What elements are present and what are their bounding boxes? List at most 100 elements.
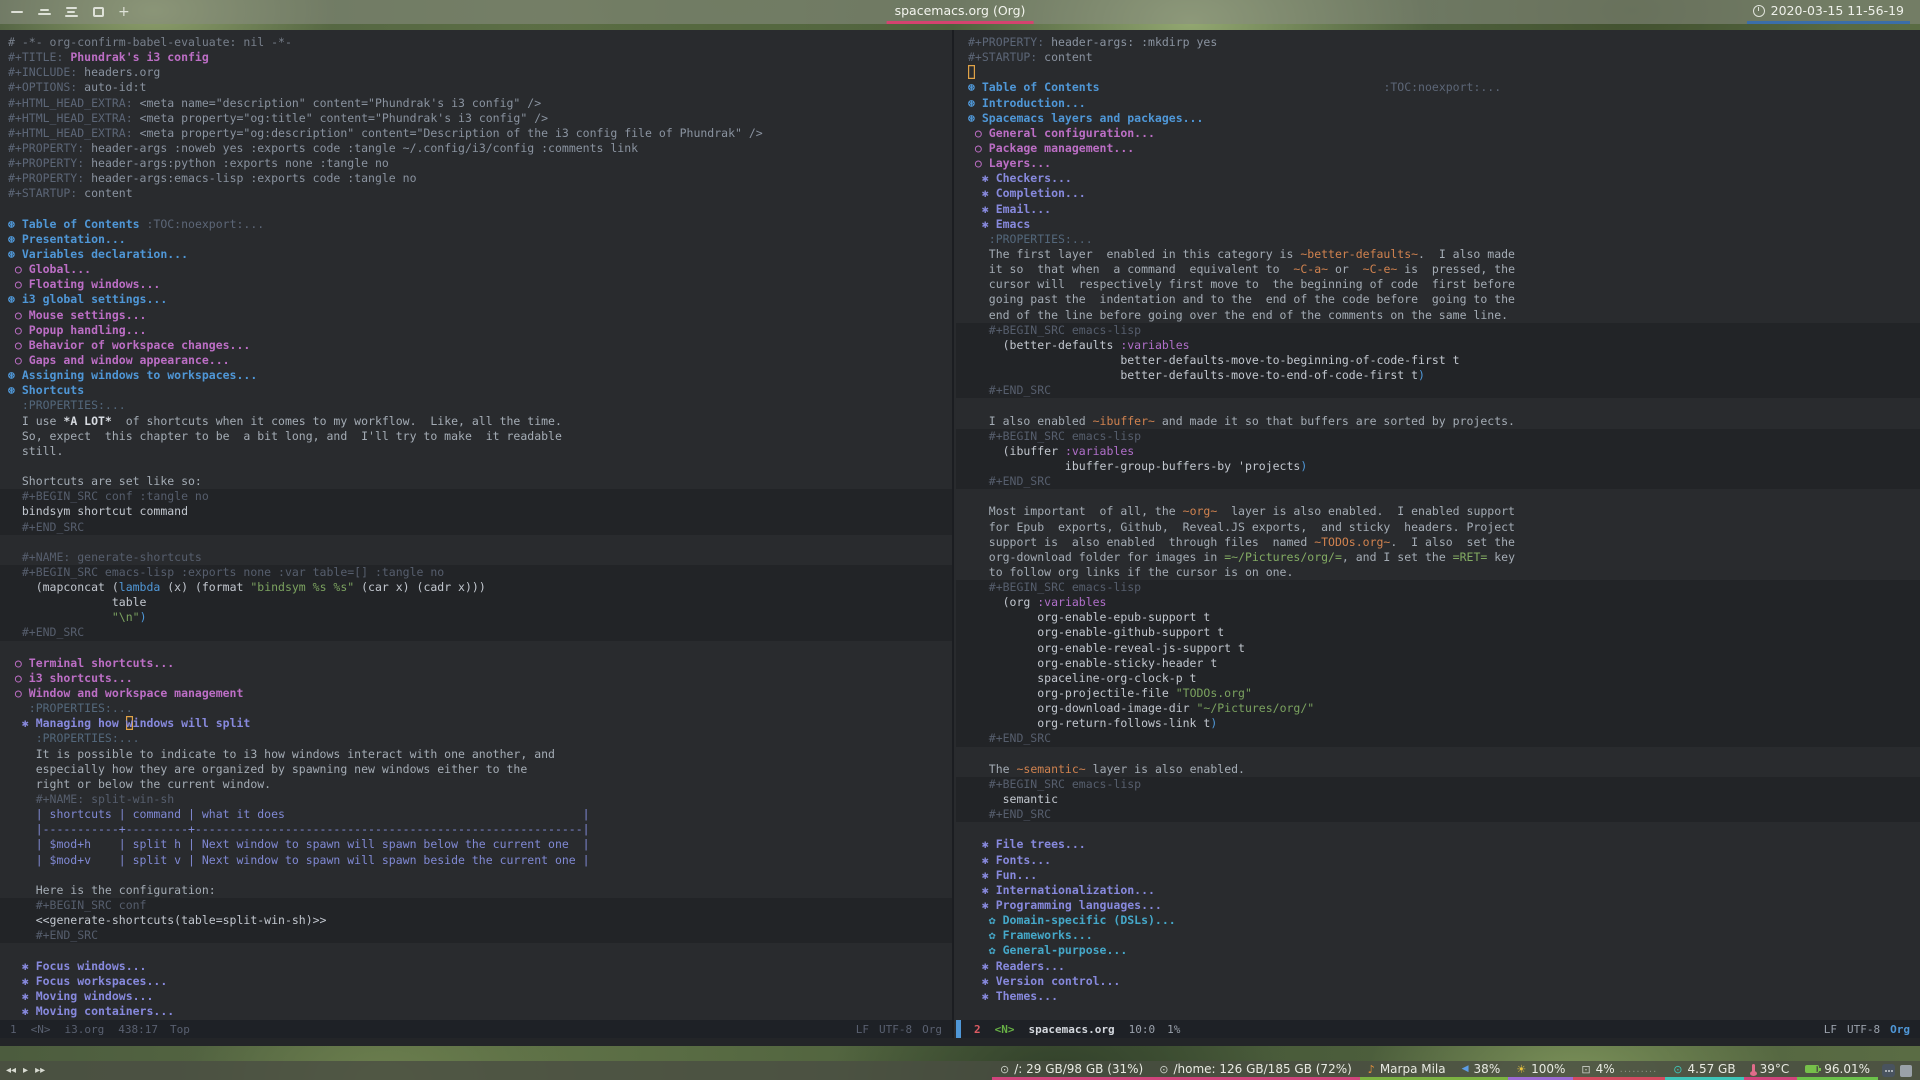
text-segment: ○ Window and workspace management [8, 686, 244, 701]
buffer-line: #+PROPERTY: header-args:emacs-lisp :expo… [8, 171, 952, 186]
eol-type: LF [1823, 1022, 1837, 1036]
text-segment: #+STARTUP: [8, 186, 85, 201]
workspace-3-icon[interactable] [64, 0, 78, 24]
text-segment: <<generate-shortcuts(table=split-win-sh)… [8, 913, 327, 928]
text-segment: ⊛ Introduction... [968, 95, 1086, 110]
buffer-line: it so that when a command equivalent to … [968, 262, 1920, 277]
text-segment: ~C-e~ [1362, 262, 1398, 277]
buffer-name[interactable]: spacemacs.org [1029, 1023, 1115, 1036]
encoding: UTF-8 [1847, 1022, 1881, 1036]
cursor-position: 10:0 [1128, 1022, 1156, 1036]
buffer-content-spacemacs-org[interactable]: #+PROPERTY: header-args: :mkdirp yes #+ST… [956, 30, 1920, 1020]
text-segment: headers.org [84, 65, 161, 80]
major-mode[interactable]: Org [1890, 1023, 1910, 1036]
text-segment: ⊛ Table of Contents [968, 80, 1100, 95]
text-segment: ✿ Domain-specific (DSLs)... [968, 913, 1176, 928]
buffer-line: The first layer enabled in this category… [968, 247, 1920, 262]
module-cpu[interactable]: ⊡ 4% ......... [1573, 1061, 1666, 1080]
text-segment: :PROPERTIES:... [8, 731, 140, 746]
text-segment: layer is also enabled. [1085, 761, 1245, 776]
evil-state: <N> [994, 1022, 1015, 1036]
module-temperature[interactable]: 39°C [1743, 1061, 1798, 1080]
text-segment: I use [8, 413, 64, 428]
text-segment: ) [1418, 368, 1425, 383]
text-segment: org-return-follows-link t [968, 716, 1211, 731]
buffer-line: (better-defaults :variables [956, 337, 1920, 353]
buffer-line: org-download-image-dir "~/Pictures/org/" [956, 701, 1920, 717]
buffer-line: |-----------+---------+-----------------… [8, 822, 952, 837]
buffer-line: ○ Popup handling... [8, 323, 952, 338]
text-segment: #+NAME: generate-shortcuts [8, 549, 202, 564]
tray-chat-icon[interactable] [1882, 1064, 1895, 1077]
media-player-controls: ◂◂ ▸ ▸▸ [0, 1065, 45, 1076]
text-segment: ○ Floating windows... [8, 277, 161, 292]
buffer-line: # -*- org-confirm-babel-evaluate: nil -*… [8, 35, 952, 50]
new-workspace-button[interactable]: + [118, 0, 130, 24]
buffer-line: org-download folder for images in =~/Pic… [968, 550, 1920, 565]
text-segment: | $mod+v | split v | Next window to spaw… [8, 852, 590, 867]
buffer-line [8, 868, 952, 883]
text-segment: :variables [1037, 595, 1107, 610]
buffer-line: #+BEGIN_SRC emacs-lisp [956, 428, 1920, 444]
text-segment: and made it so that buffers are sorted b… [1154, 413, 1515, 428]
previous-track-icon[interactable]: ◂◂ [6, 1065, 16, 1076]
buffer-line: semantic [956, 792, 1920, 808]
buffer-window-i3-org[interactable]: # -*- org-confirm-babel-evaluate: nil -*… [0, 30, 954, 1038]
module-battery[interactable]: 96.01% [1797, 1061, 1878, 1080]
text-segment: I also enabled [968, 413, 1093, 428]
text-segment: ○ Behavior of workspace changes... [8, 337, 251, 352]
buffer-name[interactable]: i3.org [65, 1023, 105, 1036]
buffer-line: ⊛ Introduction... [968, 96, 1920, 111]
play-icon[interactable]: ▸ [23, 1065, 28, 1076]
module-disk-root[interactable]: ⊙ /: 29 GB/98 GB (31%) [992, 1061, 1152, 1080]
buffer-line: org-return-follows-link t) [956, 716, 1920, 732]
buffer-line: ○ Window and workspace management [8, 686, 952, 701]
buffer-line: cursor will respectively first move to t… [968, 277, 1920, 292]
song-title: Marpa Mila [1379, 1062, 1446, 1076]
buffer-line: #+STARTUP: content [8, 186, 952, 201]
text-segment: Here is the configuration: [8, 882, 216, 897]
buffer-line: ⊛ Presentation... [8, 232, 952, 247]
modeline-left: 1 <N> i3.org 438:17 Top LF UTF-8 Org [0, 1020, 952, 1038]
buffer-line [968, 489, 1920, 504]
text-segment: ○ Gaps and window appearance... [8, 352, 230, 367]
buffer-line: #+PROPERTY: header-args: :mkdirp yes [968, 35, 1920, 50]
module-disk-home[interactable]: ⊙ /home: 126 GB/185 GB (72%) [1151, 1061, 1360, 1080]
text-segment: support is also enabled through files na… [968, 534, 1315, 549]
buffer-line: #+NAME: generate-shortcuts [8, 550, 952, 565]
temperature-value: 39°C [1759, 1062, 1790, 1076]
buffer-content-i3-org[interactable]: # -*- org-confirm-babel-evaluate: nil -*… [0, 30, 952, 1020]
workspace-2-icon[interactable] [37, 0, 51, 24]
buffer-line: ✱ Focus workspaces... [8, 974, 952, 989]
text-segment: | shortcuts | command | what it does | [8, 807, 590, 822]
text-segment: :PROPERTIES:... [8, 398, 126, 413]
text-segment: ⊛ Presentation... [8, 231, 126, 246]
next-track-icon[interactable]: ▸▸ [35, 1065, 45, 1076]
window-number: 2 [974, 1022, 981, 1036]
text-segment: org-enable-reveal-js-support t [968, 640, 1245, 655]
major-mode[interactable]: Org [922, 1023, 942, 1036]
text-segment: indows will split [132, 716, 251, 731]
buffer-line: <<generate-shortcuts(table=split-win-sh)… [0, 913, 952, 929]
text-segment: Shortcuts are set like so: [8, 474, 202, 489]
module-volume[interactable]: ◀ 38% [1453, 1061, 1509, 1080]
buffer-line: ⊛ Assigning windows to workspaces... [8, 368, 952, 383]
buffer-line: ○ Behavior of workspace changes... [8, 338, 952, 353]
module-brightness[interactable]: ☀ 100% [1508, 1061, 1574, 1080]
workspace-4-icon[interactable] [91, 0, 105, 24]
buffer-line: ✿ General-purpose... [968, 943, 1920, 958]
module-memory[interactable]: ⊙ 4.57 GB [1665, 1061, 1744, 1080]
text-segment: (car x) (cadr x))) [354, 580, 486, 595]
tray-app-icon[interactable] [1900, 1064, 1912, 1077]
buffer-line: org-enable-github-support t [956, 625, 1920, 641]
workspace-1-icon[interactable] [10, 0, 24, 24]
buffer-line: | $mod+v | split v | Next window to spaw… [8, 853, 952, 868]
buffer-window-spacemacs-org[interactable]: #+PROPERTY: header-args: :mkdirp yes #+ST… [956, 30, 1920, 1038]
emacs-frame: # -*- org-confirm-babel-evaluate: nil -*… [0, 30, 1920, 1046]
buffer-line: still. [8, 444, 952, 459]
text-segment: ⊛ Table of Contents [8, 216, 147, 231]
module-music[interactable]: ♪ Marpa Mila [1359, 1061, 1454, 1080]
buffer-line: ✱ File trees... [968, 837, 1920, 852]
text-segment: ✱ Fun... [968, 867, 1038, 882]
text-segment: ✱ Focus workspaces... [8, 973, 168, 988]
